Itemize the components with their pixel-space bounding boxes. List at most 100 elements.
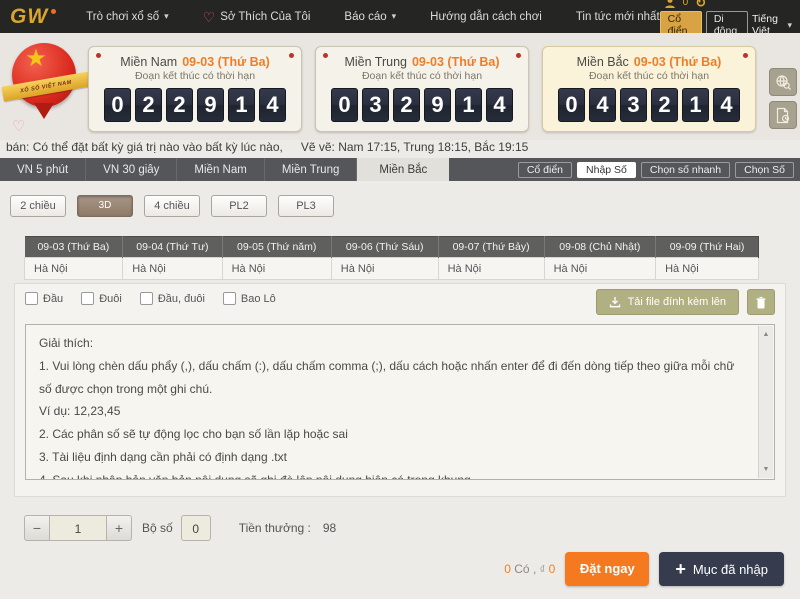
user-icon[interactable] xyxy=(664,0,676,9)
chevron-down-icon: ▾ xyxy=(787,20,792,31)
schedule-date-header: 09-06 (Thứ Sáu) xyxy=(331,237,438,258)
countdown-panel-mien-trung: Miền Trung09-03 (Thứ Ba) Đoạn kết thúc c… xyxy=(315,46,529,132)
bet-tab-pl3[interactable]: PL3 xyxy=(278,195,334,217)
trash-icon xyxy=(755,296,767,309)
decrement-button[interactable]: − xyxy=(24,515,50,541)
set-count-label: Bộ số xyxy=(142,521,173,535)
clear-button[interactable] xyxy=(747,289,775,315)
draw-time-text: Vẽ vẽ: Nam 17:15, Trung 18:15, Bắc 19:15 xyxy=(301,140,528,158)
mode-co-dien-button[interactable]: Cổ điển xyxy=(518,162,572,178)
results-search-button[interactable] xyxy=(769,68,797,96)
panel-title: Miền Nam09-03 (Thứ Ba) xyxy=(89,55,301,69)
bet-tab-pl2[interactable]: PL2 xyxy=(211,195,267,217)
option-bao-lo[interactable]: Bao Lô xyxy=(223,292,276,305)
history-file-button[interactable] xyxy=(769,101,797,129)
upload-file-button[interactable]: Tải file đính kèm lên xyxy=(596,289,739,315)
station-cell: Hà Nội xyxy=(123,258,222,280)
lottery-page: GW Trò chơi xổ số ▾ ♡ Sở Thích Của Tôi B… xyxy=(0,0,800,599)
bet-tab-3d[interactable]: 3D xyxy=(77,195,133,217)
mode-chon-so-button[interactable]: Chọn Số xyxy=(735,162,794,178)
tab-vn-5-phut[interactable]: VN 5 phút xyxy=(0,158,86,181)
increment-button[interactable]: + xyxy=(106,515,132,541)
balance-value: 0 xyxy=(683,0,689,8)
led-dot xyxy=(323,53,328,58)
draw-info-line: bán: Có thể đặt bất kỳ giá trị nào vào b… xyxy=(6,140,760,158)
entered-items-button[interactable]: + Mục đã nhập xyxy=(659,552,784,586)
led-dot xyxy=(289,53,294,58)
led-dot xyxy=(743,53,748,58)
bet-tab-4-chieu[interactable]: 4 chiều xyxy=(144,195,200,217)
refresh-icon[interactable]: ↻ xyxy=(695,0,706,9)
bet-tab-2-chieu[interactable]: 2 chiều xyxy=(10,195,66,217)
place-bet-button[interactable]: Đặt ngay xyxy=(565,552,649,586)
led-dot xyxy=(96,53,101,58)
draw-date: 09-03 (Thứ Ba) xyxy=(412,55,500,69)
nav-my-favorites[interactable]: ♡ Sở Thích Của Tôi xyxy=(203,10,311,24)
checkbox-dau-duoi[interactable] xyxy=(140,292,153,305)
nav-lottery-games[interactable]: Trò chơi xổ số ▾ xyxy=(86,11,168,23)
checkbox-bao-lo[interactable] xyxy=(223,292,236,305)
notes-line: Ví dụ: 12,23,45 xyxy=(39,400,744,423)
notes-line: 1. Vui lòng chèn dấu phẩy (,), dấu chấm … xyxy=(39,355,744,401)
nav-how-to-play[interactable]: Hướng dẫn cách chơi xyxy=(430,11,542,23)
panel-subtitle: Đoạn kết thúc có thời hạn xyxy=(89,70,301,82)
number-input-textarea[interactable]: Giải thích: 1. Vui lòng chèn dấu phẩy (,… xyxy=(25,324,775,480)
checkbox-dau[interactable] xyxy=(25,292,38,305)
station-cell: Hà Nội xyxy=(222,258,331,280)
textarea-scrollbar[interactable]: ▲ ▼ xyxy=(758,326,773,478)
mode-chon-so-nhanh-button[interactable]: Chọn số nhanh xyxy=(641,162,730,178)
star-icon: ★ xyxy=(4,47,68,71)
option-dau-duoi[interactable]: Đầu, đuôi xyxy=(140,292,205,305)
station-cell: Hà Nội xyxy=(25,258,123,280)
panel-subtitle: Đoạn kết thúc có thời hạn xyxy=(316,70,528,82)
reward-value: 98 xyxy=(323,521,336,535)
draw-date: 09-03 (Thứ Ba) xyxy=(634,55,722,69)
badge-tail xyxy=(34,103,54,119)
scroll-down-icon[interactable]: ▼ xyxy=(759,463,773,476)
station-cell: Hà Nội xyxy=(544,258,656,280)
chevron-down-icon: ▾ xyxy=(392,11,397,22)
nav-latest-news[interactable]: Tin tức mới nhất xyxy=(576,11,660,23)
mode-nhap-so-button[interactable]: Nhập Số xyxy=(577,162,636,178)
checkbox-duoi[interactable] xyxy=(81,292,94,305)
countdown-digits: 043214 xyxy=(543,88,755,122)
entry-mode-buttons: Cổ điển Nhập Số Chọn số nhanh Chọn Số xyxy=(518,158,794,181)
notes-line: 2. Các phân số sẽ tự động lọc cho bạn số… xyxy=(39,423,744,446)
tab-mien-nam[interactable]: Miền Nam xyxy=(177,158,264,181)
countdown-panel-mien-nam: Miền Nam09-03 (Thứ Ba) Đoạn kết thúc có … xyxy=(88,46,302,132)
countdown-section: ★ XỔ SỐ VIỆT NAM ♡ Miền Nam09-03 (Thứ Ba… xyxy=(0,33,800,140)
set-count-value: 0 xyxy=(181,515,211,541)
draw-schedule-table: 09-03 (Thứ Ba) 09-04 (Thứ Tư) 09-05 (Thứ… xyxy=(24,236,759,280)
globe-search-icon xyxy=(775,74,792,91)
tab-vn-30-giay[interactable]: VN 30 giây xyxy=(86,158,177,181)
heart-icon: ♡ xyxy=(12,117,25,135)
countdown-digits: 032914 xyxy=(316,88,528,122)
schedule-date-header: 09-08 (Chủ Nhật) xyxy=(544,237,656,258)
station-cell: Hà Nội xyxy=(438,258,544,280)
reward-label: Tiền thưởng : xyxy=(239,521,311,535)
bet-options-row: Đầu Đuôi Đầu, đuôi Bao Lô xyxy=(25,292,276,305)
tab-mien-trung[interactable]: Miền Trung xyxy=(265,158,358,181)
top-nav: Trò chơi xổ số ▾ ♡ Sở Thích Của Tôi Báo … xyxy=(86,10,660,24)
panel-title: Miền Trung09-03 (Thứ Ba) xyxy=(316,55,528,69)
nav-reports[interactable]: Báo cáo ▾ xyxy=(344,11,396,23)
station-cell: Hà Nội xyxy=(656,258,759,280)
currency-symbol: ₫ xyxy=(540,564,546,576)
option-duoi[interactable]: Đuôi xyxy=(81,292,122,305)
tab-mien-bac[interactable]: Miền Bắc xyxy=(357,158,449,181)
option-dau[interactable]: Đầu xyxy=(25,292,63,305)
scroll-up-icon[interactable]: ▲ xyxy=(759,328,773,341)
panel-subtitle: Đoạn kết thúc có thời hạn xyxy=(543,70,755,82)
bet-amount-value: 0 xyxy=(549,562,556,576)
countdown-digits: 022914 xyxy=(89,88,301,122)
bet-action-row: 0 Có , ₫ 0 Đặt ngay + Mục đã nhập xyxy=(504,552,784,586)
schedule-header-row: 09-03 (Thứ Ba) 09-04 (Thứ Tư) 09-05 (Thứ… xyxy=(25,237,759,258)
heart-icon: ♡ xyxy=(203,10,216,24)
top-bar: GW Trò chơi xổ số ▾ ♡ Sở Thích Của Tôi B… xyxy=(0,0,800,33)
schedule-date-header: 09-09 (Thứ Hai) xyxy=(656,237,759,258)
bet-type-tabs: 2 chiều 3D 4 chiều PL2 PL3 xyxy=(10,195,334,217)
number-entry-panel: Đầu Đuôi Đầu, đuôi Bao Lô Tải file đính xyxy=(14,283,786,497)
brand-logo[interactable]: GW xyxy=(10,5,56,29)
schedule-date-header: 09-05 (Thứ năm) xyxy=(222,237,331,258)
multiplier-input[interactable]: 1 xyxy=(50,515,106,541)
